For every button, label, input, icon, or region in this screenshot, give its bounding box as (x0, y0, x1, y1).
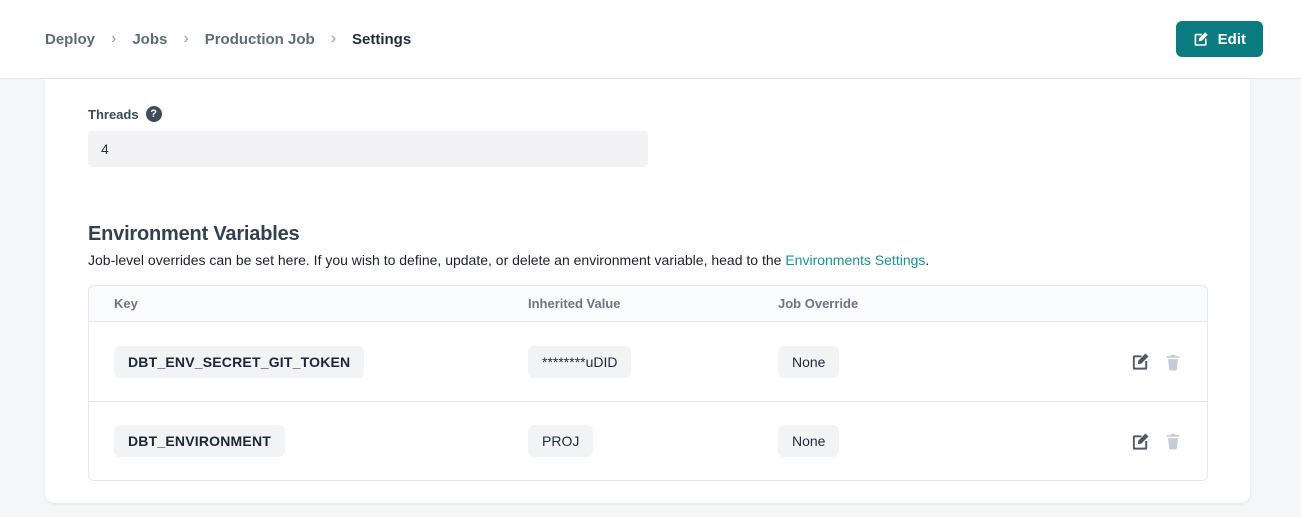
env-vars-description-period: . (925, 252, 929, 268)
delete-row-button[interactable] (1164, 432, 1182, 450)
env-vars-description: Job-level overrides can be set here. If … (88, 252, 1250, 268)
env-var-inherited-value-badge: PROJ (528, 425, 593, 457)
edit-row-button[interactable] (1131, 352, 1150, 371)
breadcrumb: Deploy › Jobs › Production Job › Setting… (45, 30, 411, 48)
chevron-right-icon: › (183, 30, 188, 48)
edit-pencil-icon (1131, 439, 1150, 454)
table-row: DBT_ENVIRONMENT PROJ None (89, 401, 1207, 480)
edit-button[interactable]: Edit (1176, 21, 1263, 57)
help-icon[interactable]: ? (146, 106, 162, 122)
env-var-job-override-badge: None (778, 346, 839, 378)
env-var-key-badge: DBT_ENVIRONMENT (114, 425, 285, 457)
table-header-row: Key Inherited Value Job Override (89, 286, 1207, 322)
env-var-job-override-badge: None (778, 425, 839, 457)
column-header-inherited-value: Inherited Value (528, 296, 778, 311)
threads-input[interactable] (88, 131, 648, 167)
trash-icon (1164, 359, 1182, 374)
table-row: DBT_ENV_SECRET_GIT_TOKEN ********uDID No… (89, 322, 1207, 401)
top-bar: Deploy › Jobs › Production Job › Setting… (0, 0, 1301, 79)
env-var-key-badge: DBT_ENV_SECRET_GIT_TOKEN (114, 346, 364, 378)
edit-pencil-icon (1193, 31, 1209, 47)
chevron-right-icon: › (111, 30, 116, 48)
threads-label: Threads (88, 107, 139, 122)
env-var-inherited-value-badge: ********uDID (528, 346, 631, 378)
settings-card: Threads ? Environment Variables Job-leve… (45, 79, 1250, 503)
env-vars-table: Key Inherited Value Job Override DBT_ENV… (88, 285, 1208, 481)
edit-row-button[interactable] (1131, 432, 1150, 451)
chevron-right-icon: › (331, 30, 336, 48)
breadcrumb-item-jobs[interactable]: Jobs (132, 31, 167, 48)
trash-icon (1164, 438, 1182, 453)
breadcrumb-item-production-job[interactable]: Production Job (205, 31, 315, 48)
env-vars-description-text: Job-level overrides can be set here. If … (88, 252, 785, 268)
breadcrumb-item-settings: Settings (352, 31, 411, 48)
edit-pencil-icon (1131, 359, 1150, 374)
column-header-job-override: Job Override (778, 296, 1032, 311)
delete-row-button[interactable] (1164, 353, 1182, 371)
edit-button-label: Edit (1218, 31, 1246, 48)
environments-settings-link[interactable]: Environments Settings (785, 252, 925, 268)
env-vars-title: Environment Variables (88, 223, 1250, 246)
breadcrumb-item-deploy[interactable]: Deploy (45, 31, 95, 48)
column-header-key: Key (89, 296, 528, 311)
